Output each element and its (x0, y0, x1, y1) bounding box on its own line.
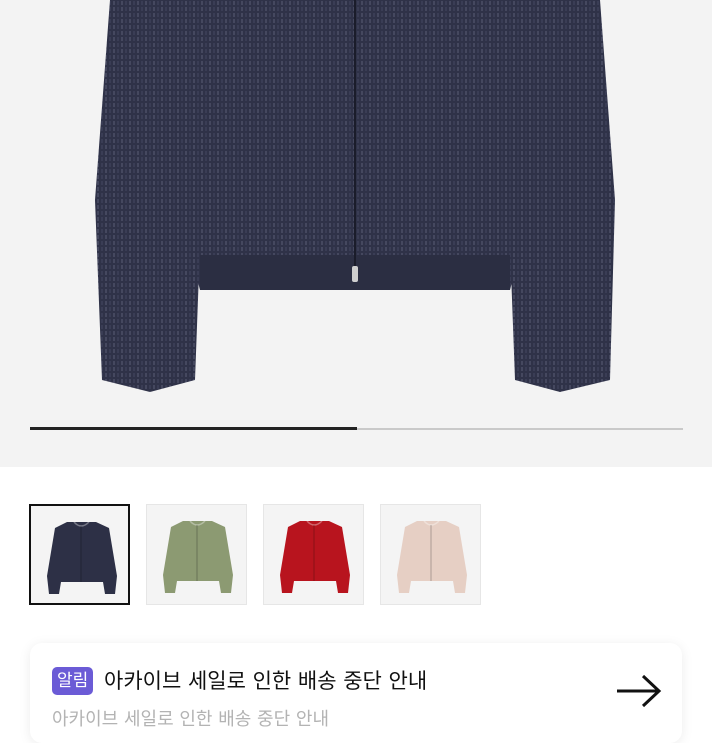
notice-badge: 알림 (52, 667, 94, 695)
arrow-right-icon[interactable] (615, 673, 663, 709)
cardigan-thumb-image (163, 520, 233, 593)
notice-title: 아카이브 세일로 인한 배송 중단 안내 (104, 669, 428, 693)
image-progress-fill (30, 427, 357, 430)
image-progress-bar (30, 427, 683, 430)
cardigan-thumb-image (47, 521, 117, 594)
color-thumbnail-sage[interactable] (146, 504, 247, 605)
cardigan-thumb-image (280, 520, 350, 593)
color-thumbnail-beige[interactable] (380, 504, 481, 605)
color-thumbnail-red[interactable] (263, 504, 364, 605)
cardigan-image (95, 0, 615, 392)
notice-subtitle: 아카이브 세일로 인한 배송 중단 안내 (52, 709, 330, 730)
notice-card[interactable]: 알림 아카이브 세일로 인한 배송 중단 안내 아카이브 세일로 인한 배송 중… (30, 643, 682, 743)
product-image-carousel[interactable] (0, 0, 712, 467)
cardigan-thumb-image (397, 520, 467, 593)
color-thumbnail-navy[interactable] (29, 504, 130, 605)
